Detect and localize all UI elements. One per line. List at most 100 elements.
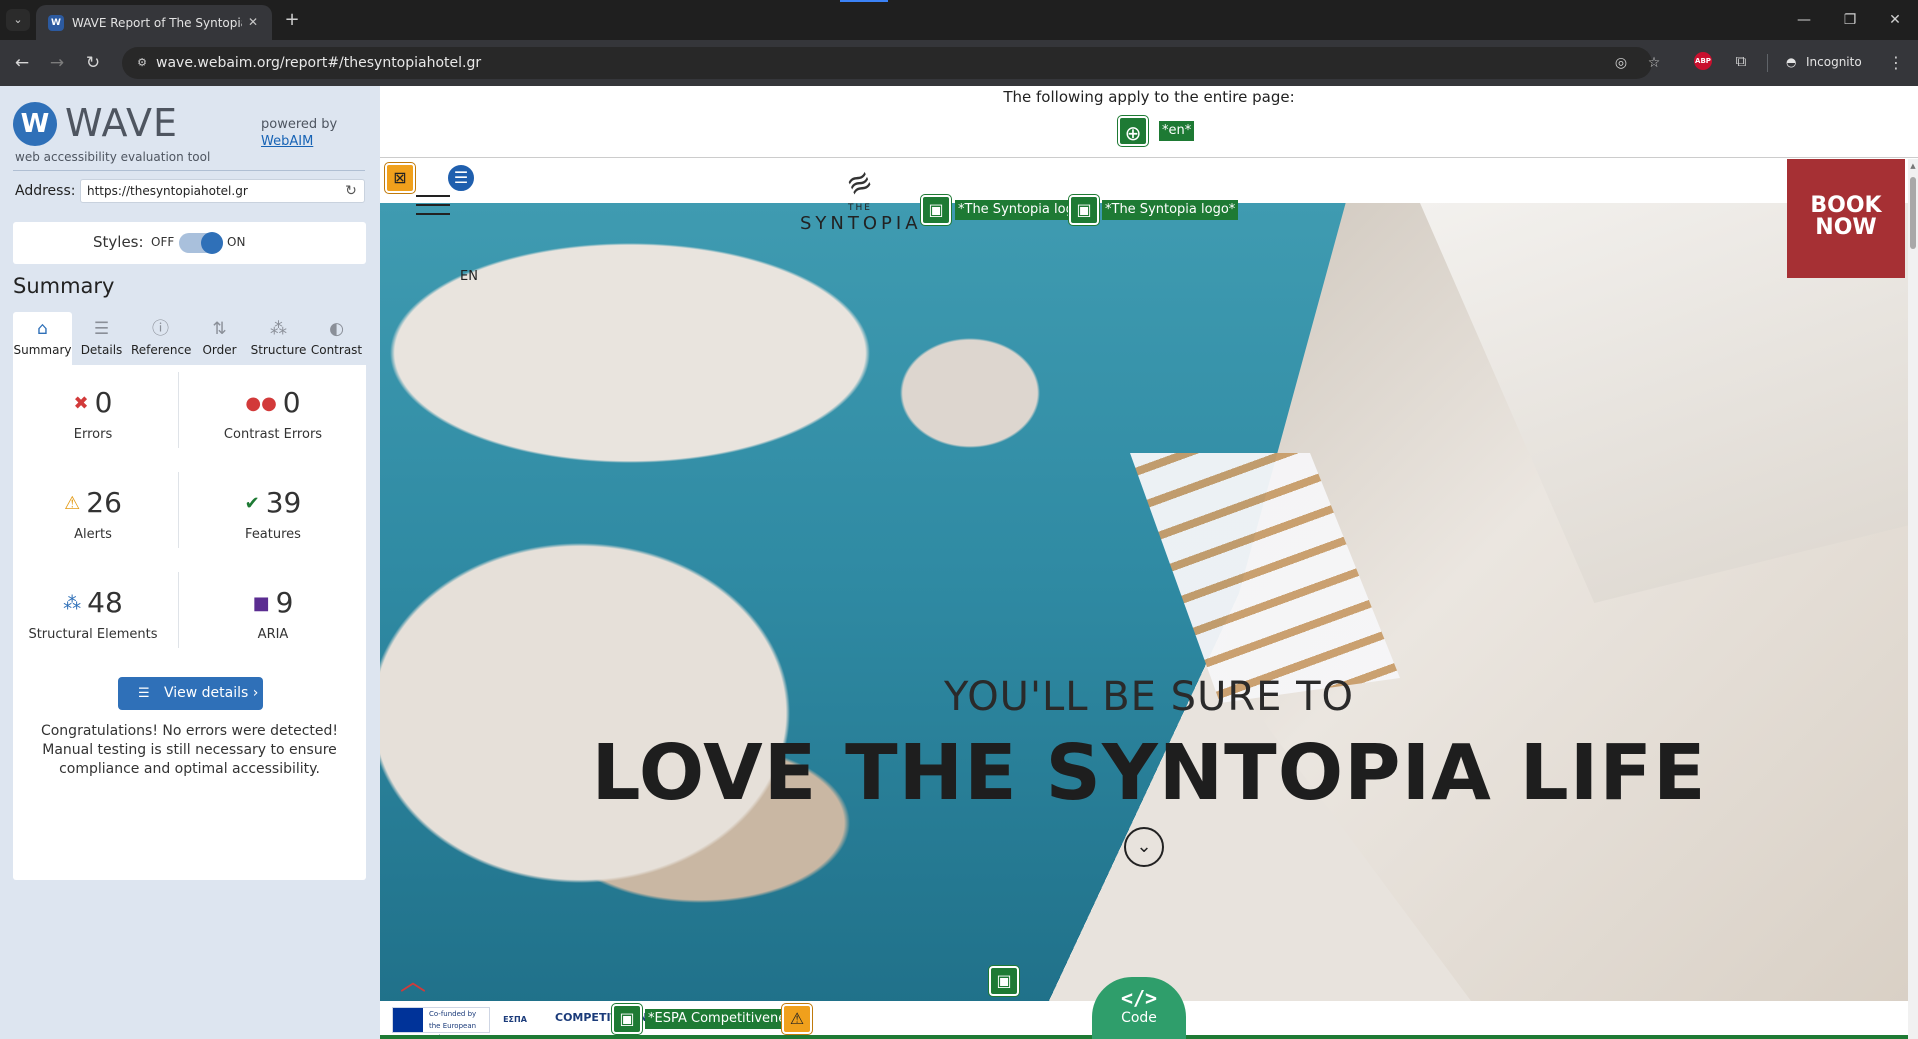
congrats-message: Congratulations! No errors were detected…: [40, 723, 339, 777]
aria-label: ARIA: [257, 627, 289, 642]
sidebar-divider: [13, 170, 365, 171]
eu-cofunded-logo: Co-funded by the European Union: [392, 1007, 490, 1039]
scrollbar-thumb[interactable]: [1910, 177, 1916, 249]
code-panel-toggle[interactable]: </> Code: [1092, 977, 1186, 1039]
tab-summary[interactable]: ⌂ Summary: [13, 312, 72, 365]
site-language-switch[interactable]: EN: [460, 269, 478, 284]
book-now-button[interactable]: BOOK NOW: [1787, 159, 1905, 278]
tab-details[interactable]: ☰ Details: [72, 312, 131, 365]
tab-structure[interactable]: ⁂ Structure: [249, 312, 308, 365]
error-icon: ✖: [73, 393, 89, 414]
minimize-window-button[interactable]: —: [1781, 0, 1827, 40]
wave-tab-bar: ⌂ Summary ☰ Details ⓘ Reference ⇅ Order ⁂ Str…: [13, 312, 366, 365]
alert-marker-icon[interactable]: ⊠: [385, 163, 415, 193]
styles-on-label: ON: [227, 235, 246, 249]
back-to-top-icon[interactable]: ︿: [400, 969, 426, 995]
view-details-label: View details ›: [164, 685, 259, 701]
new-tab-button[interactable]: +: [281, 9, 303, 31]
features-stat[interactable]: ✔ 39 Features: [193, 486, 353, 542]
bookmark-star-icon[interactable]: ☆: [1645, 54, 1663, 72]
applies-text: The following apply to the entire page:: [1003, 88, 1295, 106]
tab-search-icon[interactable]: ⌄: [6, 9, 30, 31]
tab-order[interactable]: ⇅ Order: [190, 312, 249, 365]
report-viewport: The following apply to the entire page: …: [380, 86, 1918, 1039]
adblock-extension-icon[interactable]: ABP: [1694, 52, 1712, 70]
hamburger-menu-icon[interactable]: [416, 195, 450, 215]
structural-label: Structural Elements: [28, 627, 158, 642]
book-now-line-2: NOW: [1815, 215, 1877, 240]
report-scrollbar[interactable]: ▲: [1908, 159, 1918, 1039]
syntopia-logo[interactable]: ≋ THE SYNTOPIA: [800, 162, 920, 234]
scroll-down-icon[interactable]: ⌄: [1124, 827, 1164, 867]
styles-toggle-switch[interactable]: [179, 232, 223, 254]
info-icon: ⓘ: [152, 319, 169, 339]
close-window-button[interactable]: ✕: [1872, 0, 1918, 40]
summary-heading: Summary: [13, 274, 115, 298]
forward-button[interactable]: →: [45, 51, 69, 75]
hero-heading: LOVE THE SYNTOPIA LIFE: [591, 729, 1707, 818]
address-bar-url[interactable]: wave.webaim.org/report#/thesyntopiahotel…: [156, 54, 481, 72]
aria-cube-icon: ■: [252, 593, 270, 614]
pdf-link-alert-icon[interactable]: ⚠: [782, 1004, 812, 1034]
contrast-icon: ◐: [329, 319, 344, 339]
tab-reference[interactable]: ⓘ Reference: [131, 312, 191, 365]
wave-sidebar: W WAVE web accessibility evaluation tool…: [0, 86, 380, 1039]
reload-button[interactable]: ↻: [81, 51, 105, 75]
aria-stat[interactable]: ■ 9 ARIA: [193, 586, 353, 642]
extensions-puzzle-icon[interactable]: ⧉: [1731, 51, 1751, 71]
errors-count: 0: [94, 386, 113, 419]
evaluated-site: EN ≋ THE SYNTOPIA BOOK NOW YOU'LL BE SUR…: [380, 159, 1918, 1039]
language-globe-icon[interactable]: ⊕: [1118, 116, 1148, 146]
errors-stat[interactable]: ✖ 0 Errors: [13, 386, 173, 442]
restore-window-button[interactable]: ❐: [1827, 0, 1873, 40]
powered-by-label: powered by: [261, 117, 338, 132]
structural-count: 48: [87, 586, 123, 619]
view-details-button[interactable]: ☰ View details ›: [118, 677, 263, 710]
language-tag: *en*: [1159, 121, 1195, 141]
tab-title: WAVE Report of The Syntopia H: [72, 16, 242, 30]
contrast-errors-count: 0: [282, 386, 301, 419]
alt-text-image-icon[interactable]: ▣: [921, 195, 951, 225]
alerts-stat[interactable]: ⚠ 26 Alerts: [13, 486, 173, 542]
wave-address-input[interactable]: https://thesyntopiahotel.gr: [80, 179, 365, 203]
webaim-link[interactable]: WebAIM: [261, 134, 313, 149]
alt-text-tag: *The Syntopia logo*: [1102, 200, 1239, 220]
espa-logo: ΕΣΠΑ: [503, 1015, 527, 1024]
page-wide-notice: The following apply to the entire page: …: [380, 86, 1918, 158]
feature-marker-icon[interactable]: ▣: [989, 966, 1019, 996]
contrast-errors-label: Contrast Errors: [223, 427, 323, 442]
structure-list-icon[interactable]: ☰: [446, 163, 476, 193]
stat-divider: [178, 472, 179, 548]
chrome-menu-icon[interactable]: ⋮: [1888, 51, 1904, 75]
eye-off-icon[interactable]: ◎: [1612, 54, 1630, 72]
linked-image-alt-icon[interactable]: ▣: [612, 1004, 642, 1034]
styles-label: Styles:: [93, 233, 144, 251]
alt-text-image-icon[interactable]: ▣: [1069, 195, 1099, 225]
toggle-knob: [201, 232, 223, 254]
tab-contrast[interactable]: ◐ Contrast: [307, 312, 366, 365]
tab-close-icon[interactable]: ✕: [244, 13, 262, 31]
wave-brand: WAVE: [65, 101, 179, 145]
list-icon: ☰: [138, 686, 150, 701]
home-icon: ⌂: [37, 319, 48, 339]
incognito-indicator[interactable]: ◓ Incognito: [1780, 49, 1868, 75]
site-header: [380, 159, 1918, 203]
order-icon: ⇅: [212, 319, 227, 339]
structural-stat[interactable]: ⁂ 48 Structural Elements: [13, 586, 173, 642]
alerts-label: Alerts: [74, 527, 112, 542]
browser-tab-active[interactable]: W WAVE Report of The Syntopia H ✕: [36, 5, 272, 40]
hero-subheading: YOU'LL BE SURE TO: [943, 674, 1355, 720]
back-button[interactable]: ←: [10, 51, 34, 75]
scroll-up-arrow-icon[interactable]: ▲: [1908, 161, 1918, 171]
browser-tab-strip: ⌄ W WAVE Report of The Syntopia H ✕ + — …: [0, 0, 1918, 40]
alert-icon: ⚠: [64, 493, 81, 514]
address-bar[interactable]: ⚙ wave.webaim.org/report#/thesyntopiahot…: [122, 47, 1660, 79]
aria-count: 9: [275, 586, 294, 619]
wave-tagline: web accessibility evaluation tool: [15, 150, 211, 164]
refresh-report-icon[interactable]: ↻: [343, 183, 359, 199]
feature-check-icon: ✔: [244, 493, 260, 514]
site-info-icon[interactable]: ⚙: [134, 55, 150, 71]
features-count: 39: [265, 486, 302, 519]
hero-image: [380, 203, 1918, 1039]
contrast-errors-stat[interactable]: ●● 0 Contrast Errors: [193, 386, 353, 442]
